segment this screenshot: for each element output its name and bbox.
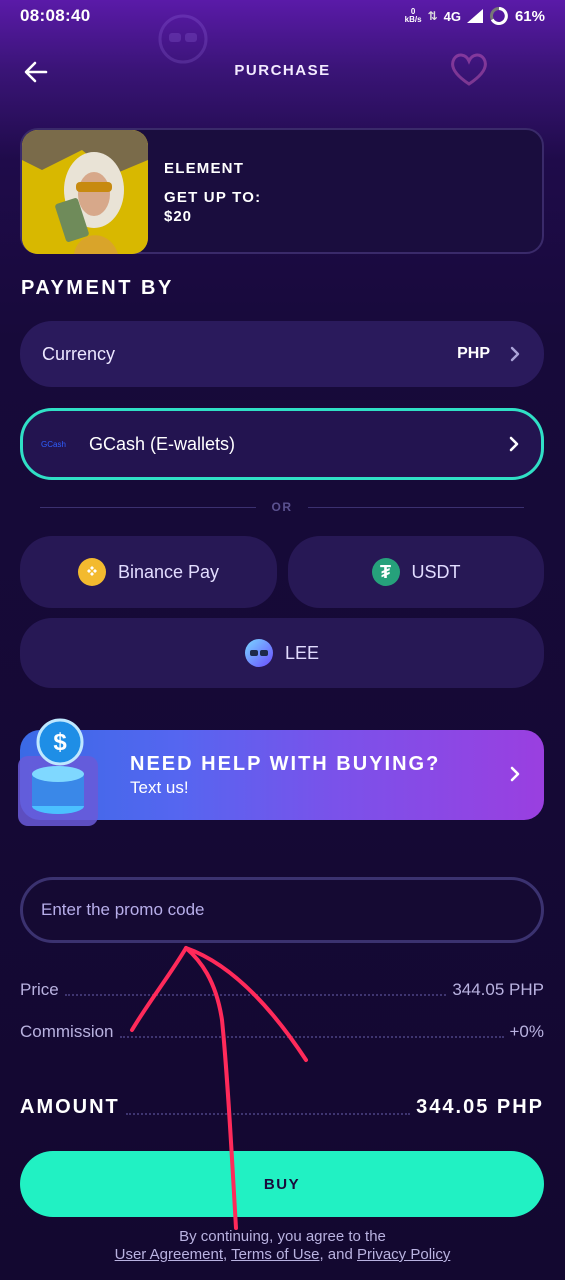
legal-links: User Agreement, Terms of Use, and Privac… (0, 1246, 565, 1263)
chevron-right-icon (509, 436, 519, 452)
payment-section-title: PAYMENT BY (21, 277, 174, 299)
tether-icon: ₮ (371, 558, 400, 586)
binance-icon (77, 558, 106, 586)
divider-line (308, 507, 524, 508)
legal-and-text: , and (319, 1246, 353, 1263)
or-divider-label: OR (271, 500, 293, 514)
status-indicators: 0 kB/s ⇅ 4G 61% (405, 6, 545, 26)
battery-percent: 61% (514, 7, 545, 25)
commission-value: +0% (509, 1022, 545, 1041)
currency-label: Currency (42, 343, 116, 364)
lee-label: LEE (284, 642, 320, 663)
product-subtitle: GET UP TO: (164, 189, 262, 206)
battery-icon (489, 7, 508, 25)
binance-pay-label: Binance Pay (117, 561, 220, 582)
divider-line (40, 507, 256, 508)
commission-label: Commission (20, 1022, 114, 1041)
amount-label: AMOUNT (20, 1096, 120, 1118)
gcash-logo: GCash (41, 439, 66, 449)
payment-method-label: GCash (E-wallets) (89, 433, 236, 454)
payment-method-binance-pay[interactable]: Binance Pay (20, 536, 277, 608)
network-type: 4G (443, 8, 461, 24)
dollar-coins-icon: $ (18, 718, 98, 826)
dotted-leader (64, 994, 447, 996)
product-name: ELEMENT (164, 160, 245, 177)
dotted-leader (125, 1113, 411, 1115)
legal-separator: , (223, 1246, 232, 1263)
price-row: Price 344.05 PHP (20, 980, 544, 1000)
network-speed: 0 kB/s (405, 8, 422, 24)
status-bar: 08:08:40 0 kB/s ⇅ 4G 61% (0, 0, 565, 34)
chevron-right-icon (510, 346, 520, 362)
promo-code-input[interactable] (20, 877, 544, 943)
price-label: Price (20, 980, 59, 999)
payment-method-gcash[interactable]: GCash GCash (E-wallets) (20, 408, 544, 480)
price-value: 344.05 PHP (452, 980, 544, 999)
legal-text: By continuing, you agree to the (179, 1228, 386, 1245)
amount-value: 344.05 PHP (416, 1096, 544, 1118)
currency-value: PHP (457, 345, 490, 362)
product-amount: $20 (164, 208, 193, 225)
signal-icon (466, 9, 483, 23)
data-arrows-icon: ⇅ (427, 9, 438, 23)
payment-method-usdt[interactable]: ₮ USDT (288, 536, 544, 608)
chevron-right-icon (510, 766, 520, 782)
privacy-policy-link[interactable]: Privacy Policy (357, 1246, 450, 1263)
user-agreement-link[interactable]: User Agreement (115, 1246, 223, 1263)
dotted-leader (119, 1036, 504, 1038)
svg-text:$: $ (53, 729, 67, 756)
network-speed-unit: kB/s (404, 15, 422, 24)
help-subtitle: Text us! (130, 778, 189, 797)
commission-row: Commission +0% (20, 1022, 544, 1042)
help-title: NEED HELP WITH BUYING? (130, 753, 441, 775)
usdt-label: USDT (411, 561, 461, 582)
page-title: PURCHASE (234, 62, 331, 79)
payment-method-lee[interactable]: LEE (20, 618, 544, 688)
glasses-decoration-icon (158, 14, 208, 64)
buy-button[interactable]: BUY (20, 1151, 544, 1217)
lee-coin-icon (244, 639, 273, 667)
product-image (22, 130, 148, 254)
currency-selector[interactable]: Currency PHP (20, 321, 544, 387)
terms-of-use-link[interactable]: Terms of Use (231, 1246, 319, 1263)
amount-row: AMOUNT 344.05 PHP (20, 1096, 544, 1119)
status-time: 08:08:40 (20, 6, 91, 25)
product-photo-illustration (22, 130, 148, 254)
